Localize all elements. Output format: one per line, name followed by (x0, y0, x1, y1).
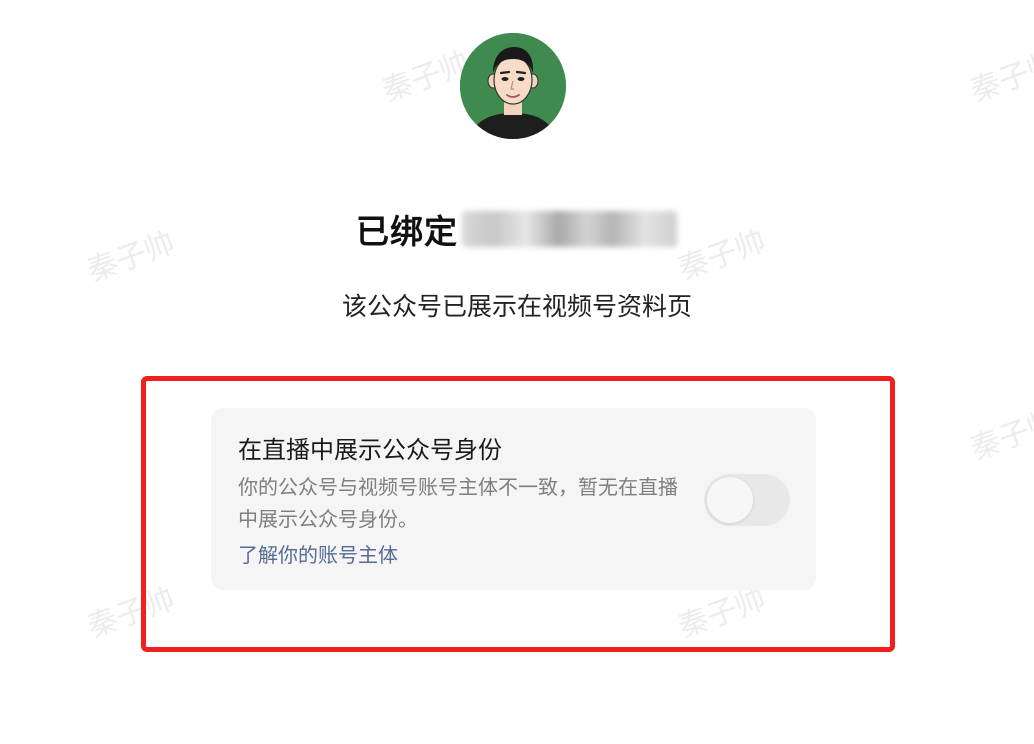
avatar[interactable] (460, 33, 566, 139)
watermark: 秦子帅 (377, 45, 475, 110)
watermark: 秦子帅 (965, 403, 1034, 468)
bound-account-line: 已绑定 (356, 205, 677, 253)
toggle-knob (707, 477, 753, 523)
bound-label: 已绑定 (356, 212, 458, 251)
subtitle: 该公众号已展示在视频号资料页 (341, 292, 692, 321)
watermark: 秦子帅 (965, 45, 1034, 110)
live-identity-card: 在直播中展示公众号身份 你的公众号与视频号账号主体不一致，暂无在直播中展示公众号… (211, 408, 816, 590)
watermark: 秦子帅 (673, 223, 771, 288)
page: 秦子帅 秦子帅 秦子帅 秦子帅 秦子帅 秦子帅 秦子帅 秦子帅 (0, 0, 1034, 744)
live-identity-toggle[interactable] (704, 474, 790, 526)
card-title: 在直播中展示公众号身份 (238, 436, 502, 464)
redacted-account-name (462, 211, 677, 247)
learn-account-subject-link[interactable]: 了解你的账号主体 (238, 539, 398, 568)
watermark: 秦子帅 (82, 225, 180, 290)
cartoon-man-avatar-icon (460, 33, 566, 139)
card-description: 你的公众号与视频号账号主体不一致，暂无在直播中展示公众号身份。 (238, 475, 678, 531)
